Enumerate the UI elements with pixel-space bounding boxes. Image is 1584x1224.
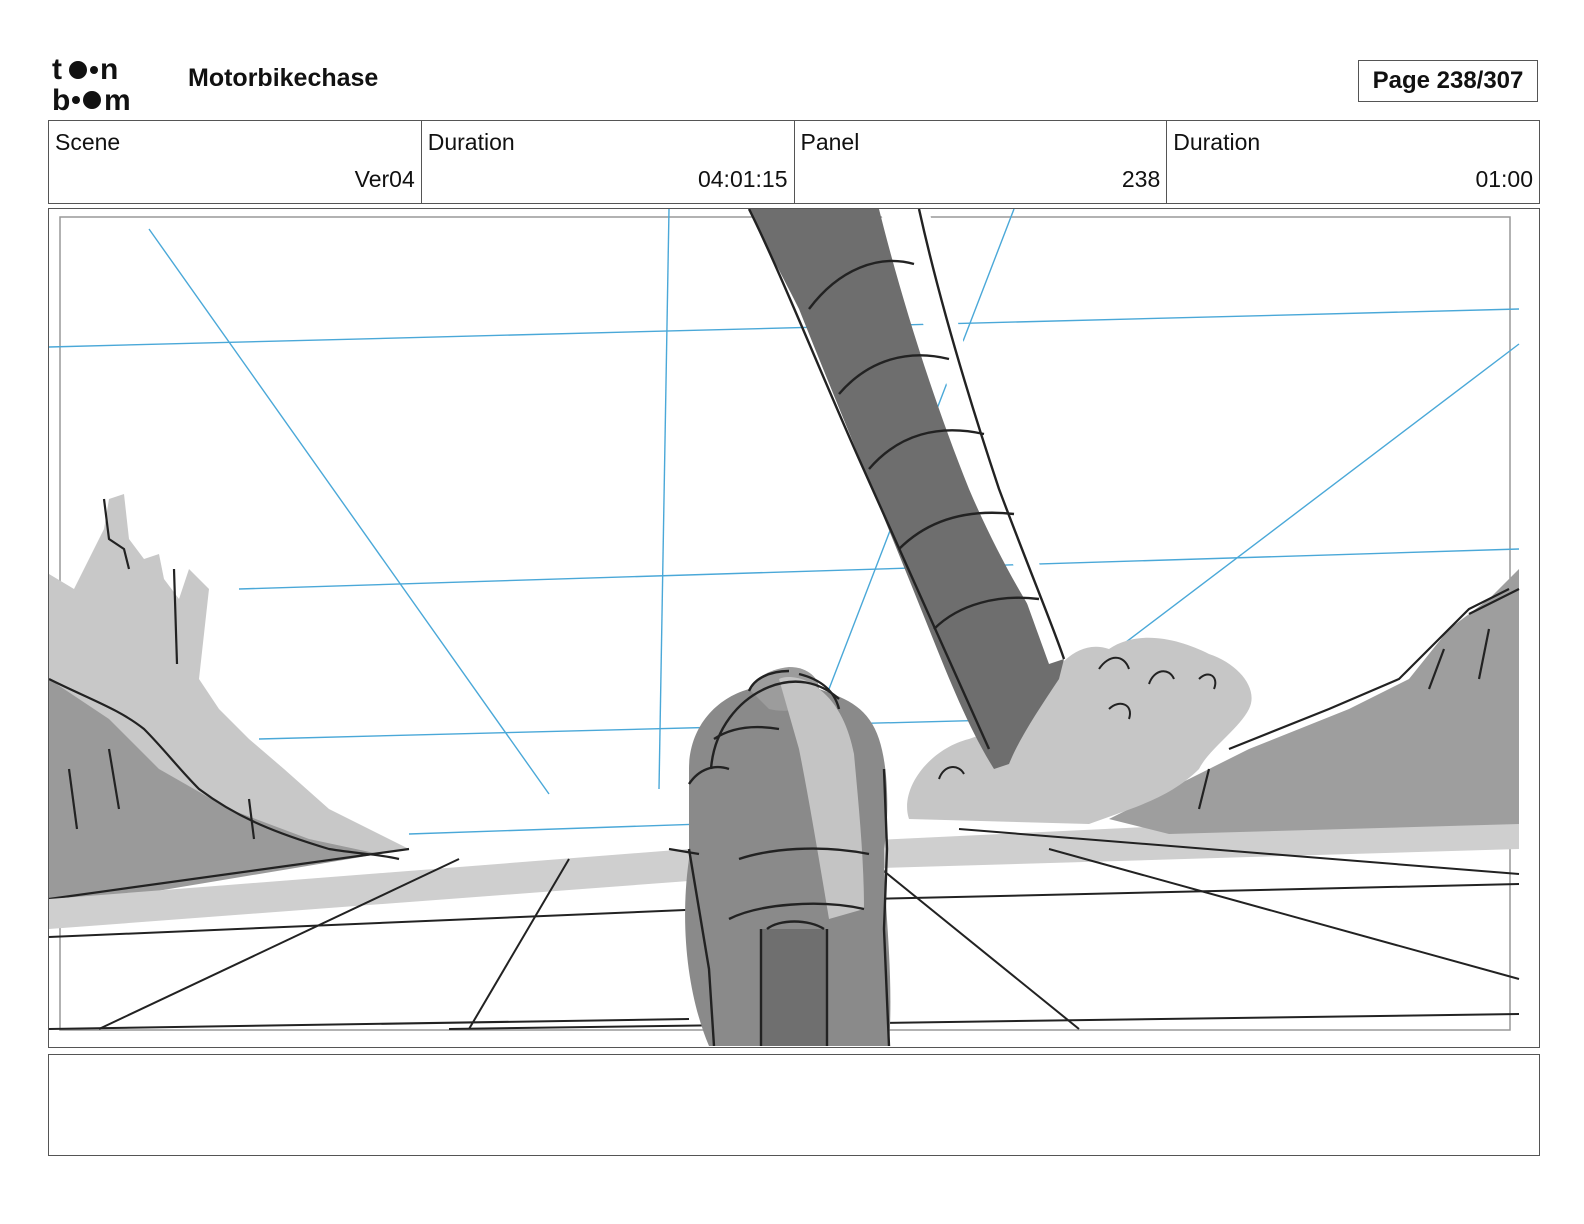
page-label: Page 238/307 [1372, 67, 1524, 94]
panel-label: Panel [800, 129, 860, 155]
scene-value: Ver04 [354, 166, 415, 192]
panel-cell: Panel 238 [795, 121, 1168, 203]
scene-cell: Scene Ver04 [49, 121, 422, 203]
svg-text:t: t [52, 53, 62, 86]
storyboard-panel[interactable] [48, 208, 1540, 1048]
scene-info-table: Scene Ver04 Duration 04:01:15 Panel 238 … [48, 120, 1540, 204]
toonboom-logo: t n b m [52, 53, 131, 114]
page-indicator: Page 238/307 [1358, 60, 1538, 102]
svg-text:b: b [52, 84, 70, 114]
panel-duration-cell: Duration 01:00 [1167, 121, 1539, 203]
panel-duration-value: 01:00 [1475, 166, 1533, 192]
panel-value: 238 [1121, 166, 1161, 192]
panel-duration-label: Duration [1173, 129, 1261, 155]
project-title: Motorbikechase [188, 64, 379, 92]
svg-text:n: n [100, 53, 118, 86]
panel-notes[interactable] [48, 1054, 1540, 1156]
scene-duration-cell: Duration 04:01:15 [422, 121, 795, 203]
rider-on-motorbike [668, 667, 891, 1046]
scene-duration-value: 04:01:15 [697, 166, 788, 192]
panel-sketch [49, 209, 1520, 1046]
svg-text:m: m [104, 84, 131, 114]
scene-label: Scene [55, 129, 121, 155]
scene-duration-label: Duration [427, 129, 515, 155]
